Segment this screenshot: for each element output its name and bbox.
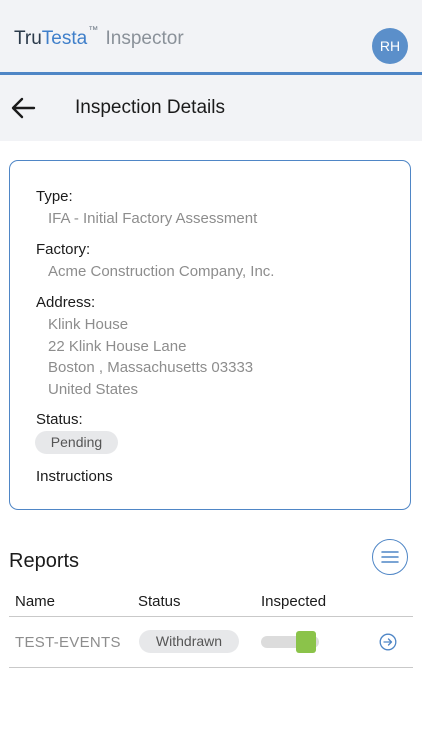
table-row-divider: [9, 667, 413, 668]
factory-label: Factory:: [36, 241, 91, 258]
brand-tru: Tru: [14, 28, 42, 49]
factory-value: Acme Construction Company, Inc.: [48, 263, 275, 280]
instructions-label[interactable]: Instructions: [36, 468, 113, 485]
address-line-1: Klink House: [48, 316, 129, 333]
menu-lines-icon: [381, 551, 399, 563]
trademark-symbol: ™: [88, 25, 99, 36]
open-report-button[interactable]: [379, 633, 397, 651]
address-label: Address:: [36, 294, 96, 311]
inspection-details-card: Type: IFA - Initial Factory Assessment F…: [9, 160, 411, 510]
page-title: Inspection Details: [75, 97, 225, 118]
column-header-inspected: Inspected: [261, 593, 327, 610]
user-avatar[interactable]: RH: [372, 28, 408, 64]
brand-inspector: Inspector: [105, 28, 184, 49]
subheader: Inspection Details: [0, 75, 422, 141]
reports-title: Reports: [9, 550, 80, 572]
brand-logo: TruTesta™ Inspector: [14, 25, 184, 50]
arrow-circle-right-icon: [379, 633, 397, 651]
address-line-3: Boston , Massachusetts 03333: [48, 359, 254, 376]
type-value: IFA - Initial Factory Assessment: [48, 210, 258, 227]
table-header-divider: [9, 616, 413, 617]
column-header-status: Status: [138, 593, 181, 610]
back-button[interactable]: [10, 96, 38, 120]
status-label: Status:: [36, 411, 83, 428]
reports-menu-button[interactable]: [372, 539, 408, 575]
report-name[interactable]: TEST-EVENTS: [15, 634, 121, 651]
report-status-badge: Withdrawn: [139, 630, 239, 653]
type-label: Type:: [36, 188, 73, 205]
address-line-4: United States: [48, 380, 139, 398]
arrow-left-icon: [11, 97, 36, 119]
address-line-2: 22 Klink House Lane: [48, 337, 187, 355]
column-header-name: Name: [15, 593, 56, 610]
status-badge: Pending: [35, 431, 118, 454]
brand-testa: Testa: [41, 28, 88, 49]
inspected-toggle-knob[interactable]: [296, 631, 316, 653]
app-header: TruTesta™ Inspector RH: [0, 0, 422, 75]
